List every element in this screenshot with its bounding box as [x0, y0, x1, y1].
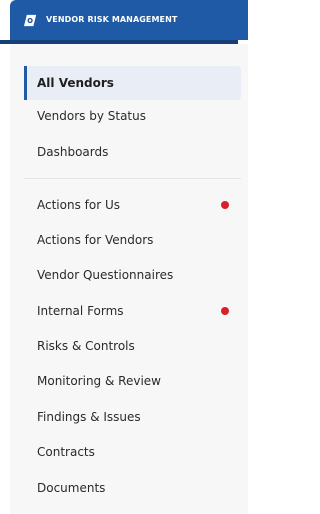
nav-divider	[24, 178, 241, 179]
nav-item-documents[interactable]: Documents	[24, 471, 241, 505]
nav-item-internal-forms[interactable]: Internal Forms	[24, 294, 241, 328]
nav-item-actions-for-vendors[interactable]: Actions for Vendors	[24, 223, 241, 257]
app-title: VENDOR RISK MANAGEMENT	[46, 15, 178, 24]
nav-item-all-vendors[interactable]: All Vendors	[24, 66, 241, 100]
nav-item-risks-controls[interactable]: Risks & Controls	[24, 329, 241, 363]
sidebar-header: VENDOR RISK MANAGEMENT	[10, 0, 248, 40]
nav-item-actions-for-us[interactable]: Actions for Us	[24, 188, 241, 222]
notification-dot	[221, 307, 229, 315]
notification-dot	[221, 201, 229, 209]
nav-item-vendors-by-status[interactable]: Vendors by Status	[24, 99, 241, 133]
sidebar: VENDOR RISK MANAGEMENT All Vendors Vendo…	[0, 0, 248, 514]
vendor-logo-icon	[24, 14, 37, 27]
nav-item-findings-issues[interactable]: Findings & Issues	[24, 400, 241, 434]
nav-item-dashboards[interactable]: Dashboards	[24, 135, 241, 169]
nav-item-monitoring-review[interactable]: Monitoring & Review	[24, 364, 241, 398]
nav-item-vendor-questionnaires[interactable]: Vendor Questionnaires	[24, 258, 241, 292]
nav-item-contracts[interactable]: Contracts	[24, 435, 241, 469]
